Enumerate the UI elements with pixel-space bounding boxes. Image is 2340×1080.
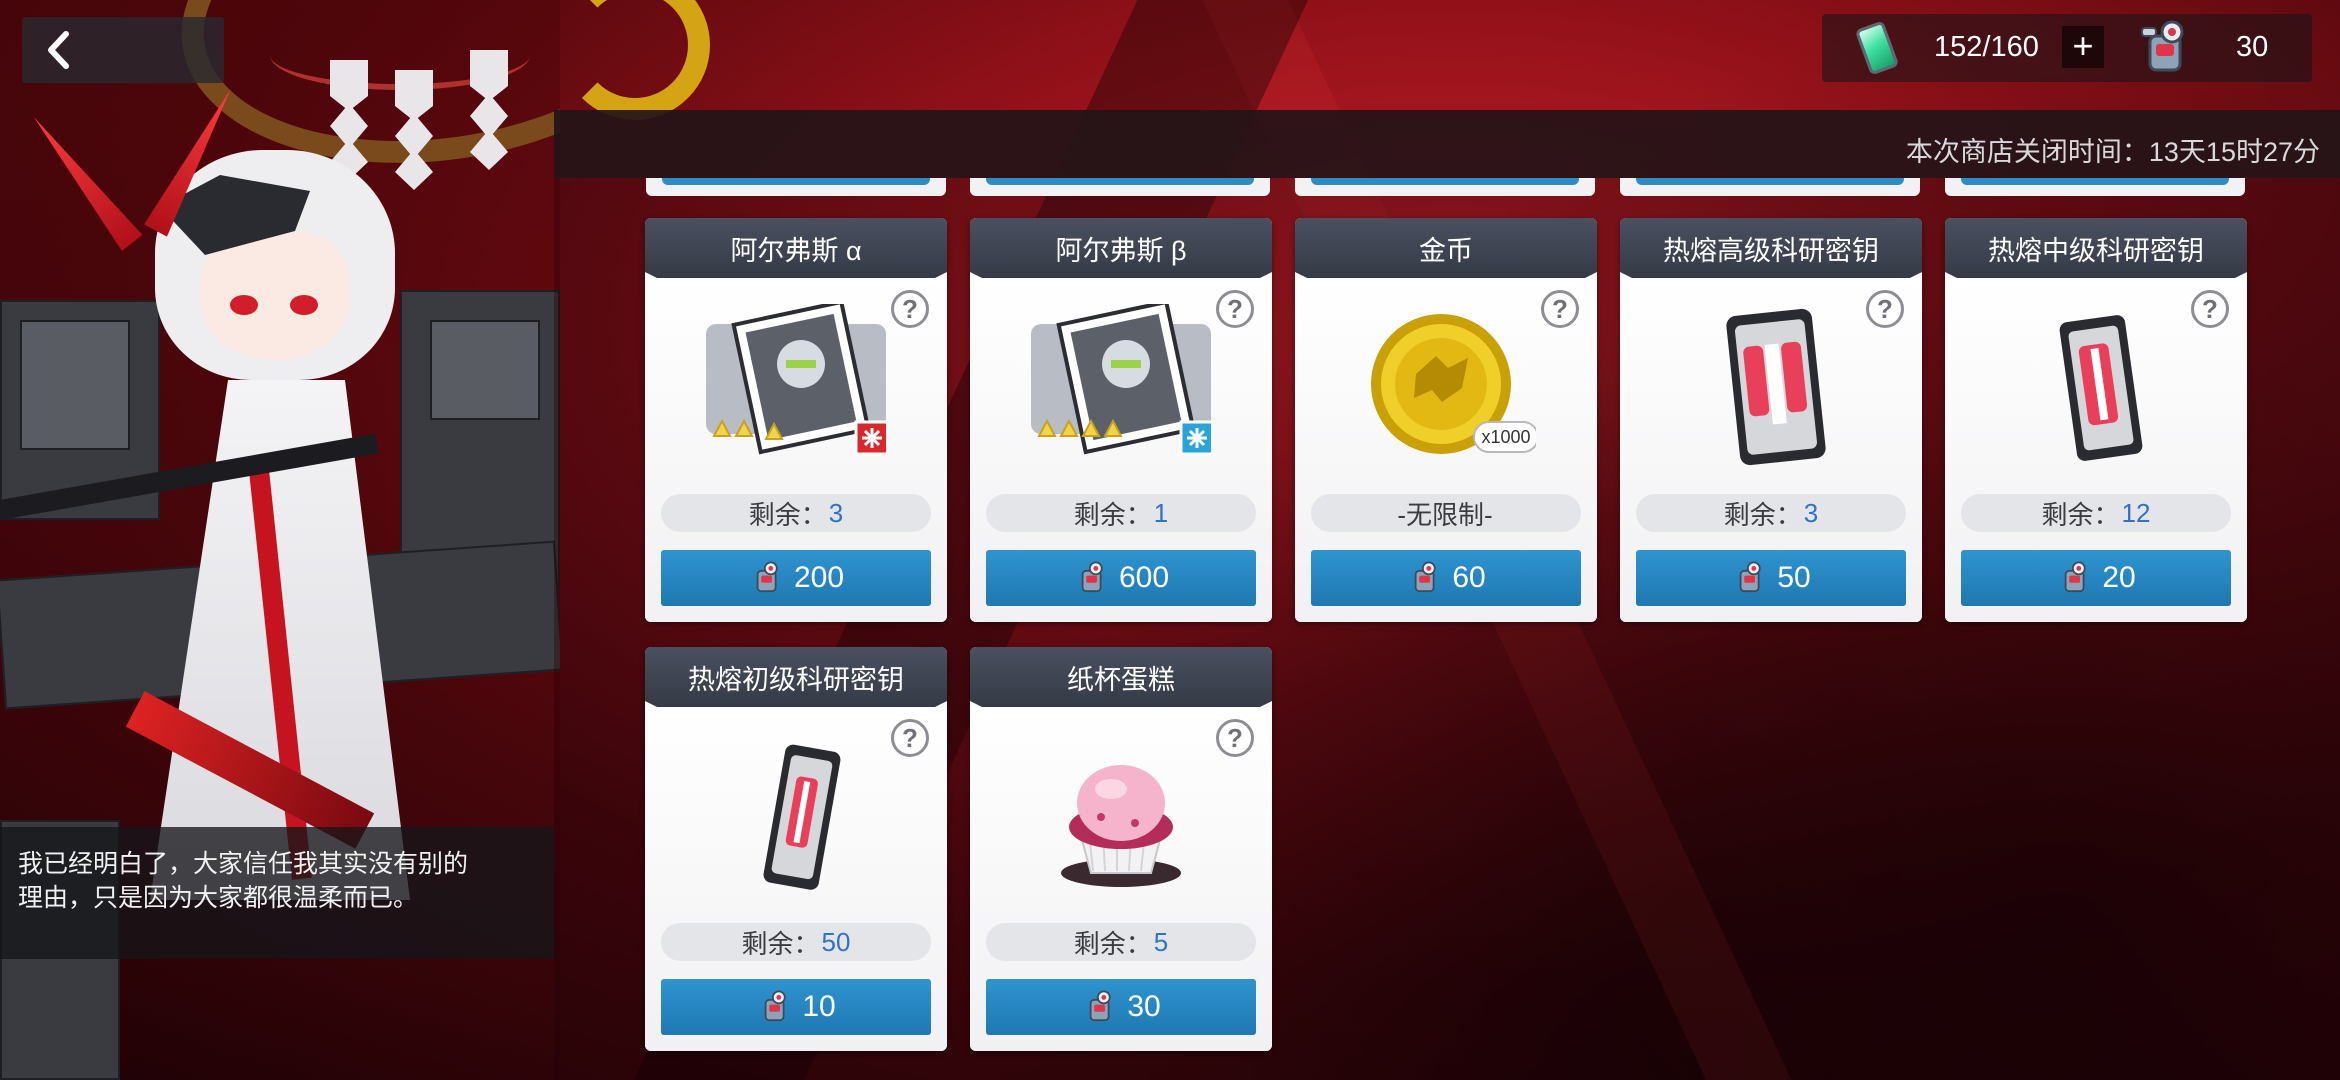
price-value: 50 bbox=[1777, 561, 1811, 594]
token-value: 30 bbox=[2236, 31, 2269, 63]
supply-token-icon bbox=[1740, 561, 1762, 593]
help-icon[interactable]: ? bbox=[1216, 719, 1254, 757]
help-icon[interactable]: ? bbox=[891, 290, 929, 328]
price-value: 20 bbox=[2102, 561, 2136, 594]
buy-button[interactable]: 50 bbox=[1636, 550, 1906, 606]
help-icon[interactable]: ? bbox=[1541, 290, 1579, 328]
item-name: 热熔初级科研密钥 bbox=[645, 647, 947, 707]
help-icon[interactable]: ? bbox=[1866, 290, 1904, 328]
shop-header: 本次商店关闭时间：13天15时27分 bbox=[554, 110, 2340, 178]
shop-item-card[interactable]: 阿尔弗斯 α ? 剩余： 3 200 bbox=[645, 218, 947, 622]
svg-text:x1000: x1000 bbox=[1481, 427, 1530, 447]
previous-row-card[interactable] bbox=[1945, 178, 2245, 196]
previous-row-card[interactable] bbox=[1295, 178, 1595, 196]
buy-button[interactable]: 20 bbox=[1961, 550, 2231, 606]
dialog-line: 理由，只是因为大家都很温柔而已。 bbox=[18, 884, 419, 912]
shop-item-card[interactable]: 热熔高级科研密钥 ? 剩余： 3 50 bbox=[1620, 218, 1922, 622]
help-icon[interactable]: ? bbox=[2191, 290, 2229, 328]
mech-card-icon bbox=[706, 304, 886, 456]
shop-item-card[interactable]: 阿尔弗斯 β ? 剩余： 1 600 bbox=[970, 218, 1272, 622]
shop-item-card[interactable]: 金币 ? x1000 -无限制- 60 bbox=[1295, 218, 1597, 622]
research-key-icon bbox=[2059, 315, 2143, 461]
remaining-count: 剩余： 12 bbox=[1961, 494, 2231, 532]
item-name: 纸杯蛋糕 bbox=[970, 647, 1272, 707]
remaining-count: 剩余： 50 bbox=[661, 923, 931, 961]
shop-item-card[interactable]: 热熔中级科研密钥 ? 剩余： 12 20 bbox=[1945, 218, 2247, 622]
price-value: 10 bbox=[802, 990, 836, 1023]
dialog-line: 我已经明白了，大家信任我其实没有别的 bbox=[18, 850, 469, 878]
add-energy-button[interactable]: + bbox=[2062, 26, 2104, 68]
buy-button[interactable]: 60 bbox=[1311, 550, 1581, 606]
remaining-count: 剩余： 3 bbox=[1636, 494, 1906, 532]
item-name: 阿尔弗斯 α bbox=[645, 218, 947, 278]
supply-token-icon bbox=[2065, 561, 2087, 593]
supply-token-icon bbox=[1090, 990, 1112, 1022]
price-value: 200 bbox=[793, 561, 845, 594]
buy-button[interactable]: 200 bbox=[661, 550, 931, 606]
item-name: 阿尔弗斯 β bbox=[970, 218, 1272, 278]
cupcake-icon bbox=[1061, 765, 1181, 887]
remaining-count: 剩余： 1 bbox=[986, 494, 1256, 532]
buy-button[interactable]: 600 bbox=[986, 550, 1256, 606]
price-value: 60 bbox=[1452, 561, 1486, 594]
supply-token-icon bbox=[1415, 561, 1437, 593]
help-icon[interactable]: ? bbox=[891, 719, 929, 757]
previous-row-card[interactable] bbox=[1620, 178, 1920, 196]
price-value: 600 bbox=[1118, 561, 1170, 594]
shop-item-card[interactable]: 热熔初级科研密钥 ? 剩余： 50 10 bbox=[645, 647, 947, 1051]
buy-button[interactable]: 30 bbox=[986, 979, 1256, 1035]
energy-value: 152/160 bbox=[1934, 31, 2039, 63]
item-name: 热熔高级科研密钥 bbox=[1620, 218, 1922, 278]
research-key-icon bbox=[763, 744, 841, 890]
item-name: 热熔中级科研密钥 bbox=[1945, 218, 2247, 278]
energy-battery-icon bbox=[1854, 20, 1900, 76]
remaining-count: 剩余： 3 bbox=[661, 494, 931, 532]
previous-row-card[interactable] bbox=[646, 178, 946, 196]
supply-token-icon bbox=[765, 990, 787, 1022]
shop-item-card[interactable]: 纸杯蛋糕 ? 剩余： 5 30 bbox=[970, 647, 1272, 1051]
shop-close-time: 本次商店关闭时间：13天15时27分 bbox=[1905, 137, 2320, 167]
character-dialog: 我已经明白了，大家信任我其实没有别的 理由，只是因为大家都很温柔而已。 bbox=[0, 827, 554, 959]
research-key-icon bbox=[1726, 308, 1826, 466]
help-icon[interactable]: ? bbox=[1216, 290, 1254, 328]
previous-row-card[interactable] bbox=[970, 178, 1270, 196]
supply-token-icon bbox=[2141, 20, 2184, 72]
currency-bar: 152/160 + 30 bbox=[1822, 14, 2312, 82]
price-value: 30 bbox=[1127, 990, 1161, 1023]
gold-coin-icon: x1000 bbox=[1371, 314, 1536, 454]
item-name: 金币 bbox=[1295, 218, 1597, 278]
buy-button[interactable]: 10 bbox=[661, 979, 931, 1035]
remaining-count: -无限制- bbox=[1311, 494, 1581, 532]
mech-card-icon bbox=[1031, 304, 1211, 456]
back-button[interactable] bbox=[22, 17, 224, 83]
supply-token-icon bbox=[1081, 561, 1103, 593]
supply-token-icon bbox=[756, 561, 778, 593]
remaining-count: 剩余： 5 bbox=[986, 923, 1256, 961]
chevron-left-icon bbox=[48, 31, 69, 69]
